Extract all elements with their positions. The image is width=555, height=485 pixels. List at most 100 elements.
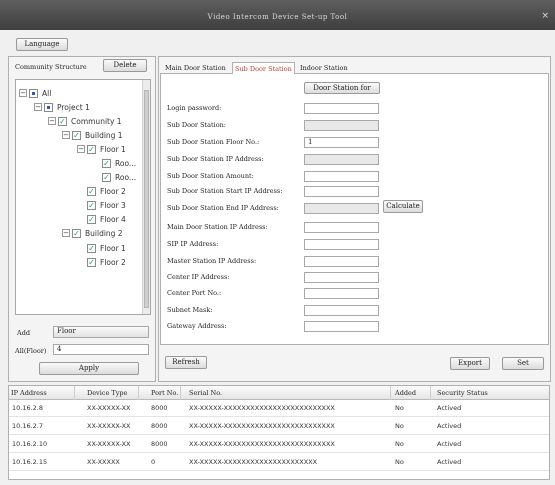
tree-node-building-2[interactable]: − ✓ Building 2 <box>62 226 123 240</box>
field-value: 1 <box>308 138 313 146</box>
table-cell: XX-XXXXX-XX <box>87 440 131 448</box>
tree-node-label: Project 1 <box>57 102 90 112</box>
tree-checkbox[interactable]: ✓ <box>87 243 96 253</box>
master-station-ip-address-input[interactable] <box>304 256 379 267</box>
window-title: Video Intercom Device Set-up Tool <box>207 13 348 21</box>
collapse-icon[interactable]: − <box>34 103 42 111</box>
table-cell: 10.16.2.10 <box>12 440 48 448</box>
tree-scrollbar[interactable] <box>142 80 150 314</box>
table-row[interactable]: 10.16.2.15 XX-XXXXX 0 XX-XXXXX-XXXXXXXXXXXX… <box>9 454 549 471</box>
tree-checkbox[interactable] <box>29 88 38 98</box>
all-floor-input[interactable]: 4 <box>53 344 149 355</box>
add-type-value: Floor <box>57 327 76 335</box>
tree-checkbox[interactable] <box>44 102 53 112</box>
sub-door-station-start-ip-address-input[interactable] <box>304 186 379 197</box>
collapse-icon[interactable]: − <box>19 89 27 97</box>
table-cell: 8000 <box>151 422 168 430</box>
tree-node-floor-3[interactable]: ✓ Floor 3 <box>77 198 126 212</box>
refresh-button[interactable]: Refresh <box>165 356 207 369</box>
community-panel: Community Structure Delete − All − Project … <box>8 56 156 382</box>
col-added[interactable]: Added <box>391 386 431 400</box>
tree-node-floor-1[interactable]: − ✓ Floor 1 <box>77 142 126 156</box>
door-station-type-button[interactable]: Door Station for <box>304 82 380 94</box>
tree-checkbox[interactable]: ✓ <box>72 130 81 140</box>
tree-node-floor-2[interactable]: ✓ Floor 2 <box>77 255 126 269</box>
table-cell: XX-XXXXX-XX <box>87 422 131 430</box>
tree-node-label: Floor 3 <box>100 200 126 210</box>
subnet-mask-label: Subnet Mask: <box>167 306 213 314</box>
center-ip-address-input[interactable] <box>304 272 379 283</box>
apply-button[interactable]: Apply <box>39 362 139 375</box>
sub-door-station-input[interactable] <box>304 120 379 131</box>
tab-main-door-station[interactable]: Main Door Station <box>163 62 228 74</box>
tree-node-label: Building 2 <box>85 228 123 238</box>
login-password-input[interactable] <box>304 103 379 114</box>
col-device-type[interactable]: Device Type <box>75 386 139 400</box>
close-icon[interactable]: × <box>541 11 549 21</box>
tree-node-floor-1[interactable]: ✓ Floor 1 <box>77 241 126 255</box>
tree-checkbox[interactable]: ✓ <box>72 228 81 238</box>
tree-node-roo[interactable]: ✓ Roo... <box>92 156 136 170</box>
all-floor-label: All(Floor) <box>15 347 47 355</box>
tree-checkbox[interactable]: ✓ <box>87 186 96 196</box>
tree-node-label: All <box>42 88 52 98</box>
table-cell: Actived <box>437 458 462 466</box>
table-row[interactable]: 10.16.2.8 XX-XXXXX-XX 8000 XX-XXXXX-XXXXXXX… <box>9 400 549 417</box>
calculate-button[interactable]: Calculate <box>383 200 423 213</box>
device-table[interactable]: IP Address Device Type Port No. Serial N… <box>8 385 550 480</box>
tree-node-community-1[interactable]: − ✓ Community 1 <box>48 114 122 128</box>
table-cell: XX-XXXXX-XXXXXXXXXXXXXXXXXXXXXXXXX <box>189 440 335 448</box>
main-door-station-ip-address-input[interactable] <box>304 222 379 233</box>
tab-sub-door-station[interactable]: Sub Door Station <box>232 62 295 74</box>
add-label: Add <box>17 329 31 337</box>
add-type-select[interactable]: Floor <box>53 326 149 338</box>
collapse-icon[interactable]: − <box>77 145 85 153</box>
export-button[interactable]: Export <box>450 357 490 370</box>
tree-node-all[interactable]: − All <box>19 86 51 100</box>
table-row[interactable]: 10.16.2.7 XX-XXXXX-XX 8000 XX-XXXXX-XXXXXXX… <box>9 418 549 435</box>
sip-ip-address-input[interactable] <box>304 239 379 250</box>
tree-checkbox[interactable]: ✓ <box>87 144 96 154</box>
sub-door-station-floor-no-input[interactable]: 1 <box>304 137 379 148</box>
col-port-no[interactable]: Port No. <box>139 386 181 400</box>
center-port-no-input[interactable] <box>304 288 379 299</box>
collapse-icon[interactable]: − <box>48 117 56 125</box>
tree-node-project-1[interactable]: − Project 1 <box>34 100 90 114</box>
sub-door-station-label: Sub Door Station: <box>167 121 226 129</box>
sub-door-station-end-ip-address-input[interactable] <box>304 203 379 214</box>
tree-node-floor-4[interactable]: ✓ Floor 4 <box>77 212 126 226</box>
community-tree[interactable]: − All − Project 1− ✓ Community 1− ✓ Building 1−… <box>15 79 151 315</box>
table-cell: Actived <box>437 404 462 412</box>
tree-node-roo[interactable]: ✓ Roo... <box>92 170 136 184</box>
delete-button[interactable]: Delete <box>103 59 147 72</box>
table-row[interactable]: 10.16.2.10 XX-XXXXX-XX 8000 XX-XXXXX-XXXXXX… <box>9 436 549 453</box>
table-cell: 10.16.2.8 <box>12 404 44 412</box>
table-cell: 10.16.2.15 <box>12 458 48 466</box>
tree-checkbox[interactable]: ✓ <box>87 200 96 210</box>
tree-node-label: Floor 1 <box>100 144 126 154</box>
sub-door-station-ip-address-input[interactable] <box>304 154 379 165</box>
tree-node-building-1[interactable]: − ✓ Building 1 <box>62 128 123 142</box>
tab-indoor-station[interactable]: Indoor Station <box>298 62 350 74</box>
col-ip-address[interactable]: IP Address <box>9 386 75 400</box>
main-door-station-ip-address-label: Main Door Station IP Address: <box>167 223 268 231</box>
tree-node-label: Floor 4 <box>100 214 126 224</box>
tree-checkbox[interactable]: ✓ <box>102 172 111 182</box>
col-security-status[interactable]: Security Status <box>431 386 551 400</box>
tree-checkbox[interactable]: ✓ <box>87 214 96 224</box>
subnet-mask-input[interactable] <box>304 305 379 316</box>
col-serial-no[interactable]: Serial No. <box>181 386 391 400</box>
tree-checkbox[interactable]: ✓ <box>87 257 96 267</box>
collapse-icon[interactable]: − <box>62 229 70 237</box>
set-button[interactable]: Set <box>502 357 544 370</box>
gateway-address-input[interactable] <box>304 321 379 332</box>
scrollbar-thumb[interactable] <box>144 90 149 308</box>
tree-node-floor-2[interactable]: ✓ Floor 2 <box>77 184 126 198</box>
sub-door-station-amount-input[interactable] <box>304 171 379 182</box>
collapse-icon[interactable]: − <box>62 131 70 139</box>
tree-checkbox[interactable]: ✓ <box>58 116 67 126</box>
tree-checkbox[interactable]: ✓ <box>102 158 111 168</box>
sub-door-station-ip-address-label: Sub Door Station IP Address: <box>167 155 264 163</box>
language-button[interactable]: Language <box>16 38 68 51</box>
table-cell: No <box>395 404 404 412</box>
